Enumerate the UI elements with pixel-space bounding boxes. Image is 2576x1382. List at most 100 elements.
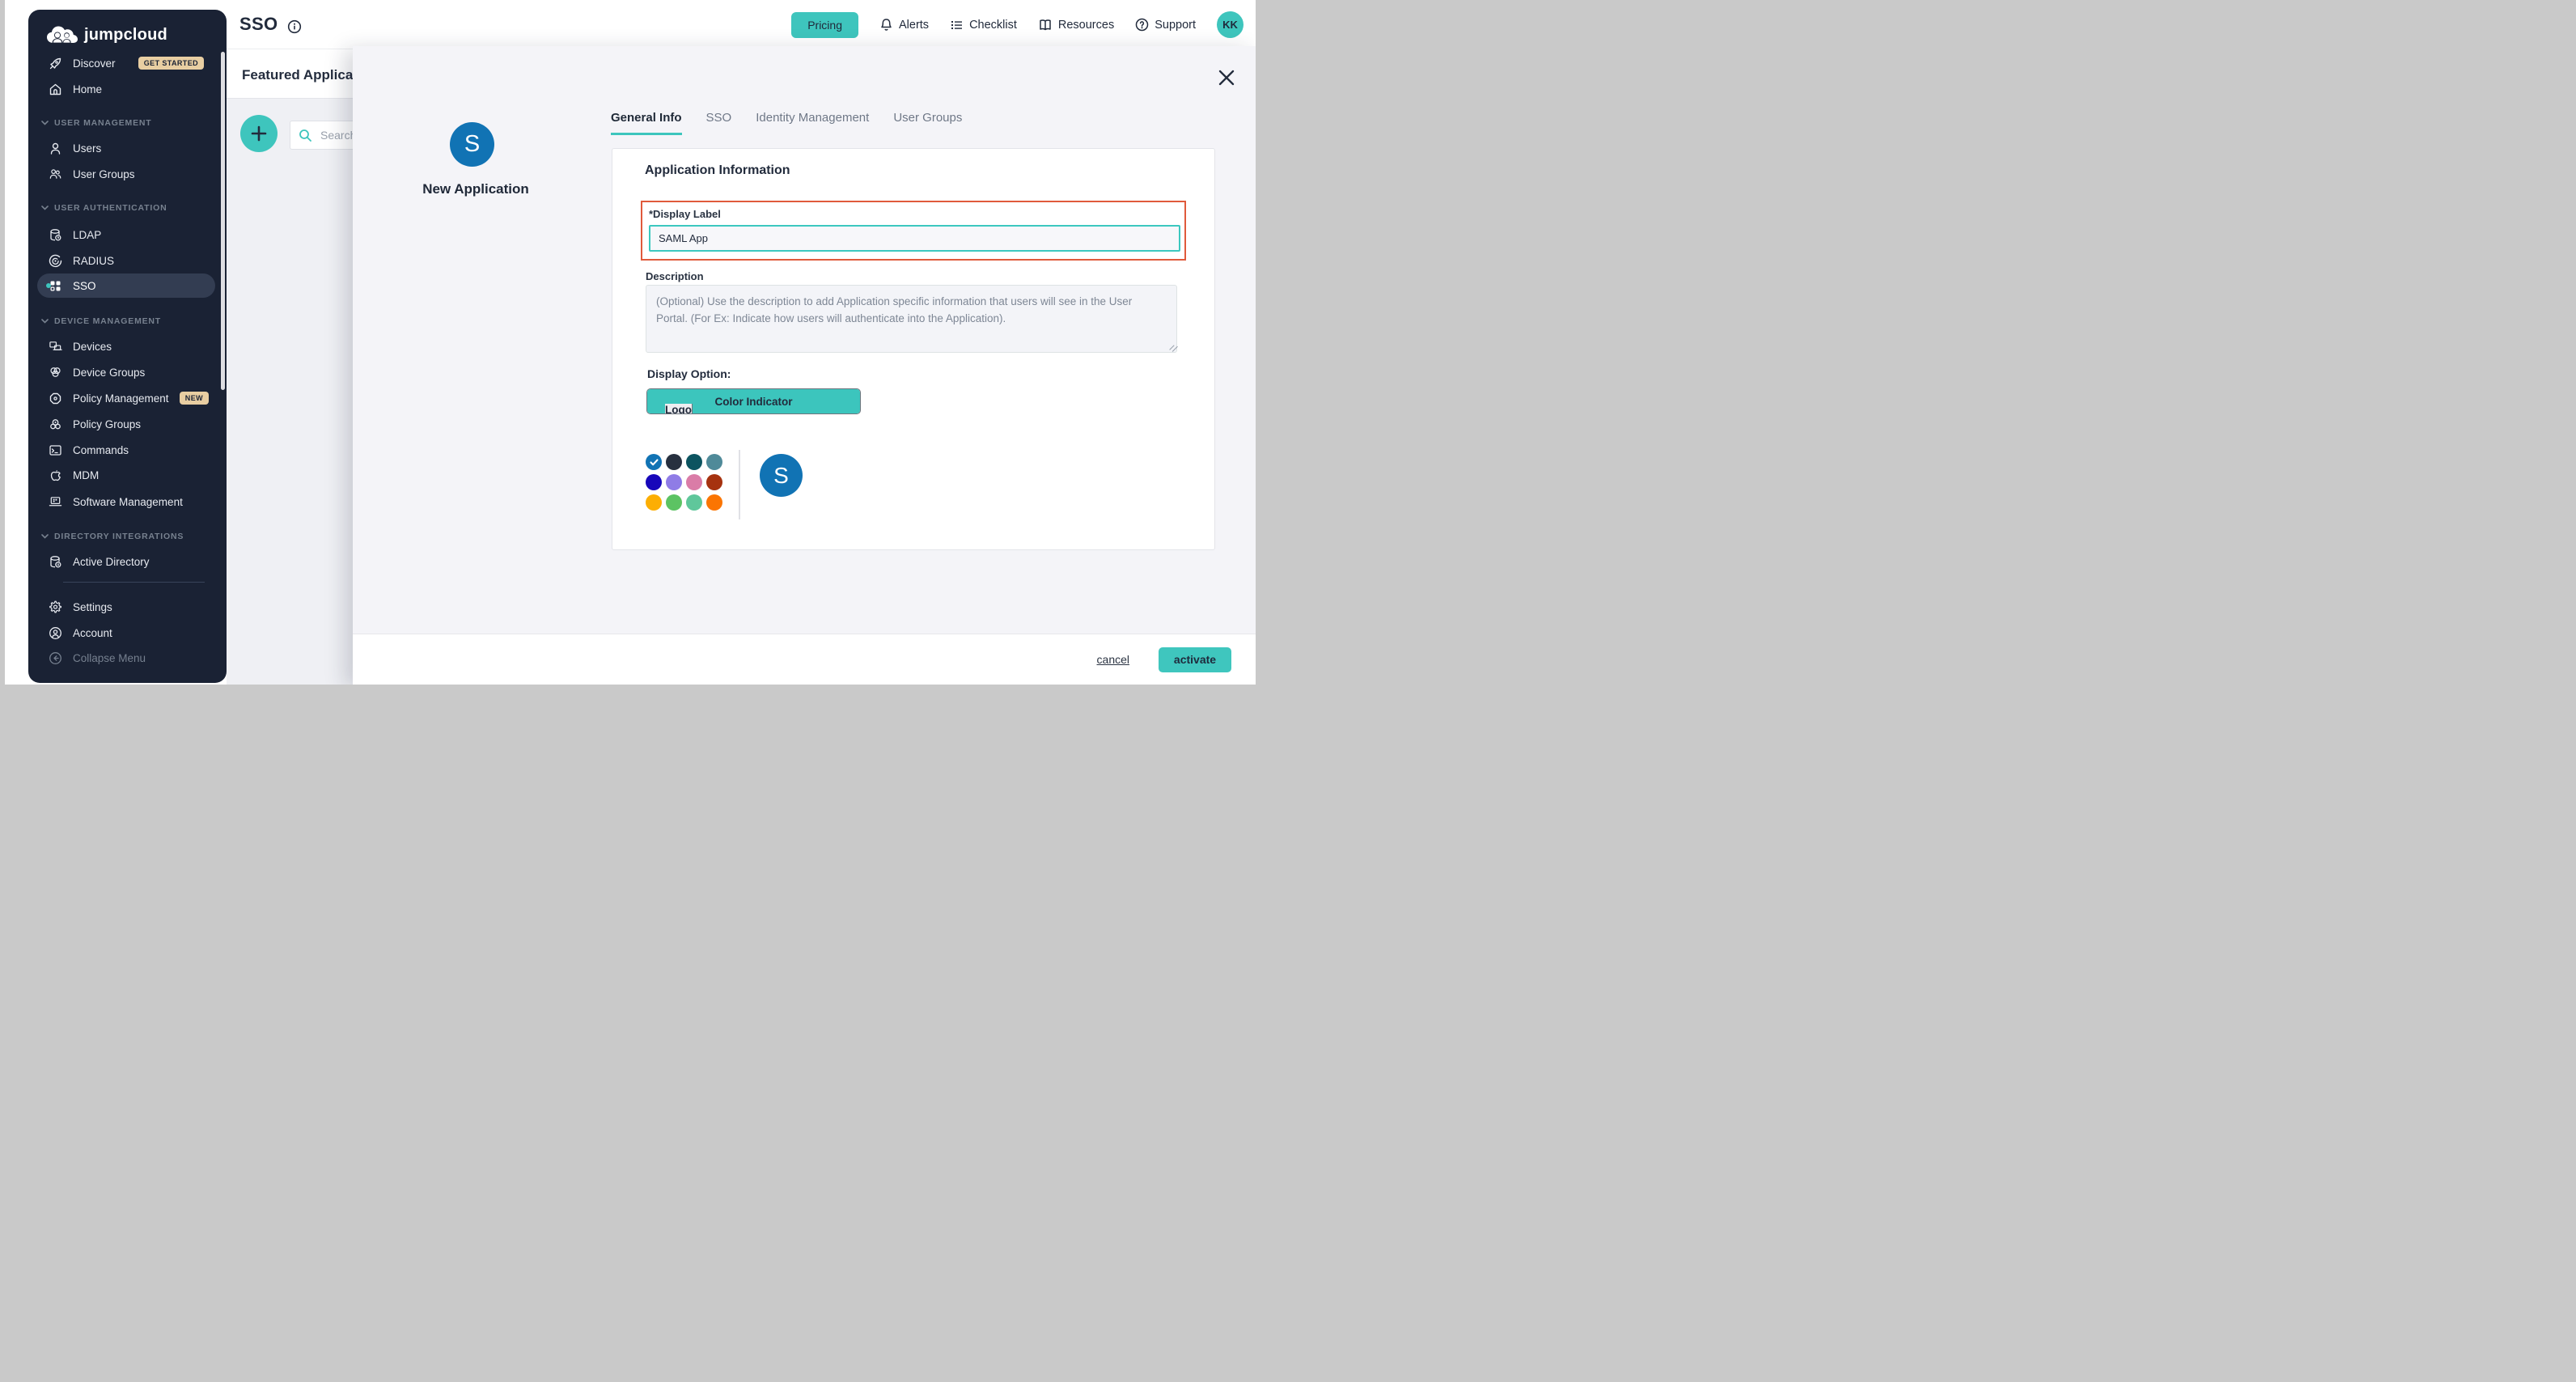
sidebar-item-sso[interactable]: SSO (28, 273, 227, 298)
color-swatch[interactable] (706, 454, 722, 470)
color-swatch[interactable] (706, 494, 722, 511)
user-icon (49, 142, 62, 155)
sidebar-item-devices[interactable]: Devices (28, 334, 227, 358)
section-directory-integrations[interactable]: DIRECTORY INTEGRATIONS (28, 527, 227, 546)
section-label: USER AUTHENTICATION (54, 203, 167, 213)
sidebar-item-label: Policy Management (73, 392, 169, 405)
section-label: DEVICE MANAGEMENT (54, 316, 161, 326)
section-label: USER MANAGEMENT (54, 118, 152, 128)
tab-general-info[interactable]: General Info (611, 111, 682, 135)
pricing-button[interactable]: Pricing (791, 12, 858, 38)
tab-identity-management[interactable]: Identity Management (756, 111, 869, 135)
sidebar-item-collapse-menu[interactable]: Collapse Menu (28, 646, 227, 670)
devices-icon (49, 340, 62, 354)
user-group-icon (49, 167, 62, 181)
close-icon[interactable] (1217, 68, 1236, 87)
application-name: New Application (395, 181, 557, 197)
section-user-authentication[interactable]: USER AUTHENTICATION (28, 198, 227, 218)
color-swatch[interactable] (686, 474, 702, 490)
add-application-button[interactable] (240, 115, 278, 152)
color-swatch[interactable] (666, 474, 682, 490)
sidebar-item-user-groups[interactable]: User Groups (28, 162, 227, 186)
color-swatch[interactable] (646, 474, 662, 490)
jumpcloud-logo: jumpcloud (46, 24, 167, 45)
support-button[interactable]: Support (1135, 18, 1196, 32)
cancel-button[interactable]: cancel (1092, 652, 1134, 667)
home-icon (49, 83, 62, 96)
software-icon (49, 495, 62, 509)
sidebar-item-label: SSO (73, 280, 96, 292)
color-swatch[interactable] (666, 454, 682, 470)
alerts-button[interactable]: Alerts (879, 18, 929, 32)
sidebar-item-settings[interactable]: Settings (28, 595, 227, 619)
display-label-highlight: *Display Label (641, 201, 1186, 261)
color-swatch[interactable] (686, 454, 702, 470)
header-actions: Pricing Alerts Checklist Resources Suppo… (791, 0, 1244, 49)
sidebar-item-policy-management[interactable]: Policy Management NEW (28, 386, 227, 410)
sidebar-item-account[interactable]: Account (28, 621, 227, 645)
chevron-down-icon (41, 319, 49, 324)
display-option-label: Display Option: (647, 367, 731, 380)
sidebar-item-label: Software Management (73, 496, 183, 508)
sidebar-item-label: Home (73, 83, 102, 95)
sidebar-item-label: Collapse Menu (73, 652, 146, 664)
display-label-input[interactable] (649, 225, 1180, 252)
page-title: SSO (239, 14, 278, 35)
sidebar-item-label: Device Groups (73, 367, 145, 379)
modal-footer: cancel activate (353, 634, 1256, 685)
sidebar-item-label: Devices (73, 341, 112, 353)
question-icon (1135, 18, 1149, 32)
activate-button[interactable]: activate (1159, 647, 1231, 672)
bell-icon (879, 18, 893, 32)
section-device-management[interactable]: DEVICE MANAGEMENT (28, 312, 227, 331)
screenshot-canvas: SSO Pricing Alerts Checklist Resources S… (0, 0, 1288, 691)
tab-user-groups[interactable]: User Groups (893, 111, 962, 135)
logo-option[interactable]: Logo (665, 404, 693, 414)
description-textarea[interactable] (646, 285, 1177, 353)
info-icon[interactable] (287, 19, 302, 34)
chevron-down-icon (41, 534, 49, 539)
section-user-management[interactable]: USER MANAGEMENT (28, 113, 227, 133)
sidebar-item-label: Users (73, 142, 101, 155)
sidebar-item-discover[interactable]: Discover GET STARTED (28, 51, 227, 75)
alerts-label: Alerts (899, 19, 929, 32)
checklist-icon (950, 19, 964, 32)
sidebar-item-ldap[interactable]: LDAP (28, 223, 227, 247)
sidebar-item-label: RADIUS (73, 255, 114, 267)
color-swatch[interactable] (666, 494, 682, 511)
color-swatch[interactable] (686, 494, 702, 511)
sidebar-item-users[interactable]: Users (28, 136, 227, 160)
new-application-modal: S New Application General Info SSO Ident… (353, 46, 1256, 685)
new-badge: NEW (180, 392, 209, 405)
card-title: Application Information (645, 163, 790, 178)
application-avatar: S (450, 122, 494, 167)
venn-icon (49, 366, 62, 379)
sidebar-item-device-groups[interactable]: Device Groups (28, 360, 227, 384)
tab-sso[interactable]: SSO (706, 111, 732, 135)
sidebar-item-policy-groups[interactable]: Policy Groups (28, 412, 227, 436)
sidebar-item-radius[interactable]: RADIUS (28, 248, 227, 273)
sidebar-item-software-management[interactable]: Software Management (28, 490, 227, 514)
checklist-button[interactable]: Checklist (950, 19, 1017, 32)
color-swatch-selected[interactable] (646, 454, 662, 470)
sidebar-item-active-directory[interactable]: Active Directory (28, 549, 227, 574)
sidebar-item-home[interactable]: Home (28, 77, 227, 101)
user-avatar[interactable]: KK (1217, 11, 1244, 38)
display-option-toggle: Logo Color Indicator (646, 388, 861, 414)
sidebar-item-mdm[interactable]: MDM (28, 463, 227, 487)
terminal-icon (49, 443, 62, 457)
account-icon (49, 626, 62, 640)
resources-button[interactable]: Resources (1038, 19, 1114, 32)
color-swatch[interactable] (706, 474, 722, 490)
color-swatch[interactable] (646, 494, 662, 511)
sidebar-item-label: User Groups (73, 168, 135, 180)
apple-icon (49, 468, 62, 482)
support-label: Support (1155, 19, 1196, 32)
get-started-badge: GET STARTED (138, 57, 204, 70)
color-preview-avatar: S (760, 454, 803, 497)
checklist-label: Checklist (969, 19, 1017, 32)
sidebar: jumpcloud Discover GET STARTED Home USER… (28, 10, 227, 683)
application-information-card: Application Information *Display Label D… (612, 148, 1215, 550)
sidebar-item-commands[interactable]: Commands (28, 438, 227, 462)
sidebar-item-label: Account (73, 627, 112, 639)
